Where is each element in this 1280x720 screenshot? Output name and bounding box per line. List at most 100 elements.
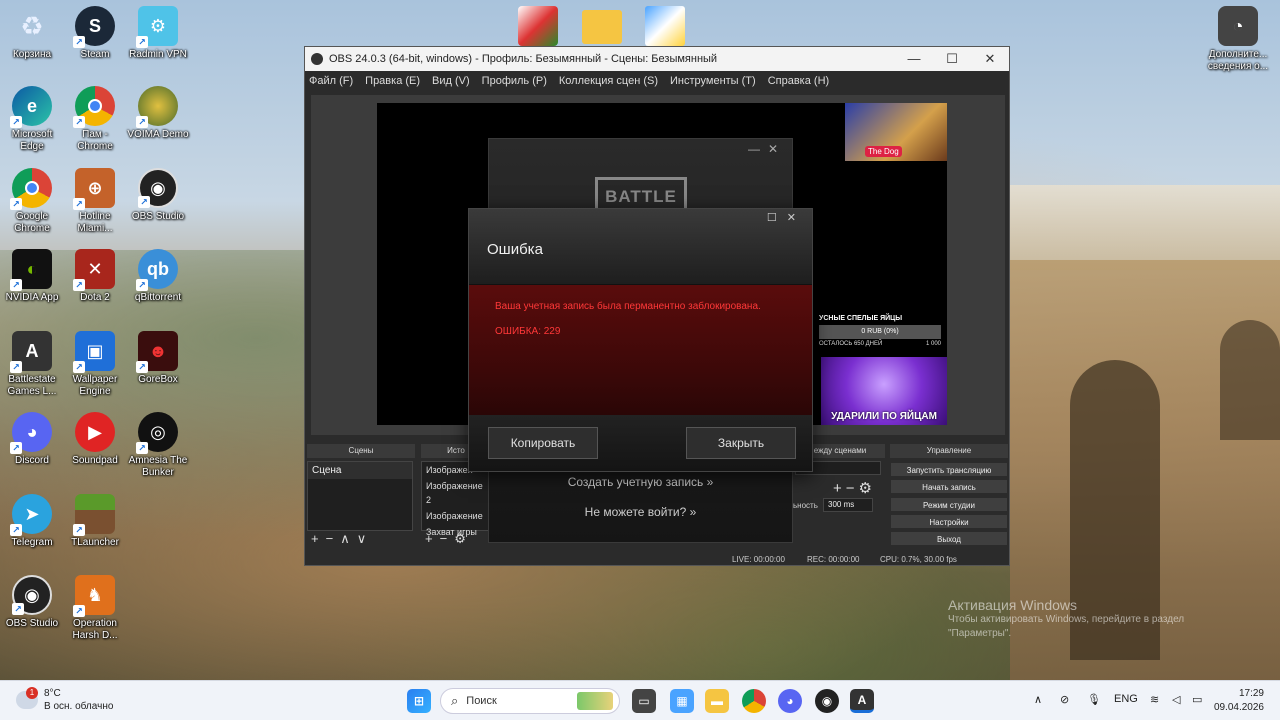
menu-file[interactable]: Файл (F) <box>309 75 353 87</box>
remove-scene-icon[interactable]: − <box>326 531 341 546</box>
add-source-icon[interactable]: + <box>425 531 440 546</box>
dota2-icon: ✕ ↗ <box>73 249 115 291</box>
menu-help[interactable]: Справка (H) <box>768 75 829 87</box>
steam-shortcut[interactable]: S ↗ Steam <box>63 6 127 61</box>
shortcut-label: qBittorrent <box>134 292 182 303</box>
battery-icon[interactable]: ▭ <box>1192 693 1202 706</box>
widgets-icon[interactable]: ▦ <box>670 689 694 713</box>
move-up-icon[interactable]: ∧ <box>340 531 357 546</box>
wallpaper-engine-icon: ▣ ↗ <box>73 331 115 373</box>
dota2-shortcut[interactable]: ✕ ↗ Dota 2 <box>63 249 127 304</box>
obs-taskbar-icon[interactable]: ◉ <box>815 689 839 713</box>
telegram-icon: ➤ ↗ <box>10 494 52 536</box>
recycle-bin-shortcut[interactable]: ♻ Корзина <box>0 6 64 61</box>
transition-settings-icon[interactable]: ⚙ <box>859 480 876 497</box>
edge-icon: e ↗ <box>10 86 52 128</box>
battlestate-launcher-shortcut[interactable]: A ↗ Battlestate Games L... <box>0 331 64 398</box>
remove-transition-icon[interactable]: − <box>846 480 859 497</box>
wifi-icon[interactable]: ≋ <box>1150 693 1159 706</box>
volume-icon[interactable]: ◁ <box>1172 693 1180 706</box>
duration-label: ьность <box>793 501 818 510</box>
amnesia-shortcut[interactable]: ◎ ↗ Amnesia The Bunker <box>126 412 190 479</box>
discord-taskbar-icon[interactable]: ◕ <box>778 689 802 713</box>
menu-tools[interactable]: Инструменты (T) <box>670 75 756 87</box>
chrome-icon: ↗ <box>73 86 115 128</box>
close-button[interactable]: Закрыть <box>686 427 796 459</box>
remove-source-icon[interactable]: − <box>440 531 455 546</box>
hotline-miami-shortcut[interactable]: ⊕ ↗ Hotline Miami... <box>63 168 127 235</box>
chrome-profile-shortcut[interactable]: ↗ Пам - Chrome <box>63 86 127 153</box>
wallpaper-engine-shortcut[interactable]: ▣ ↗ Wallpaper Engine <box>63 331 127 398</box>
cant-login-link[interactable]: Не можете войти? » <box>489 505 792 519</box>
operation-harsh-doorstop-shortcut[interactable]: ♞ ↗ Operation Harsh D... <box>63 575 127 642</box>
menu-view[interactable]: Вид (V) <box>432 75 470 87</box>
minimize-icon[interactable]: — <box>895 51 933 67</box>
shortcut-label: Radmin VPN <box>129 49 187 60</box>
tray-overflow-icon[interactable]: ∧ <box>1034 693 1042 706</box>
tlauncher-shortcut[interactable]: ↗ TLauncher <box>63 494 127 549</box>
copy-button[interactable]: Копировать <box>488 427 598 459</box>
source-item[interactable]: Изображение 2 <box>422 478 490 508</box>
obs-studio-shortcut-2[interactable]: ◉ ↗ OBS Studio <box>0 575 64 630</box>
source-item[interactable]: Изображение <box>422 508 490 524</box>
activation-title: Активация Windows <box>948 597 1078 613</box>
gorebox-shortcut[interactable]: ☻ ↗ GoreBox <box>126 331 190 386</box>
error-dialog[interactable]: ☐✕ Ошибка Ваша учетная запись была перма… <box>468 208 813 472</box>
close-icon[interactable]: ✕ <box>787 212 806 224</box>
windows-start-icon[interactable]: ⊞ <box>407 689 431 713</box>
language-indicator[interactable]: ENG <box>1114 693 1138 705</box>
minimize-icon[interactable]: — <box>748 142 768 156</box>
soundpad-icon: ▶ <box>75 412 115 452</box>
start-recording-button[interactable]: Начать запись <box>890 479 1008 494</box>
scenes-dock-title: Сцены <box>307 444 415 458</box>
folder-icon[interactable] <box>582 6 622 44</box>
settings-button[interactable]: Настройки <box>890 514 1008 529</box>
telegram-shortcut[interactable]: ➤ ↗ Telegram <box>0 494 64 549</box>
scenes-list[interactable]: Сцена <box>307 461 413 531</box>
battlestate-taskbar-icon[interactable]: A <box>850 689 874 713</box>
close-icon[interactable]: ✕ <box>971 51 1009 67</box>
soundpad-shortcut[interactable]: ▶ Soundpad <box>63 412 127 467</box>
nvidia-app-shortcut[interactable]: ◐ ↗ NVIDIA App <box>0 249 64 304</box>
add-transition-icon[interactable]: + <box>833 480 846 497</box>
weather-temp: 8°C <box>44 688 61 699</box>
shortcut-label: NVIDIA App <box>5 292 59 303</box>
obs-titlebar[interactable]: OBS 24.0.3 (64-bit, windows) - Профиль: … <box>305 47 1009 71</box>
create-account-link[interactable]: Создать учетную запись » <box>489 475 792 489</box>
microphone-icon[interactable]: 🎙 <box>1087 693 1101 706</box>
maximize-icon[interactable]: ☐ <box>767 212 787 224</box>
menu-scene-collection[interactable]: Коллекция сцен (S) <box>559 75 658 87</box>
tray-network-off-icon[interactable]: ⊘ <box>1060 693 1069 706</box>
chrome-taskbar-icon[interactable] <box>742 689 766 713</box>
duration-input[interactable]: 300 ms <box>823 498 873 512</box>
exit-button[interactable]: Выход <box>890 531 1008 546</box>
tlauncher-icon: ↗ <box>73 494 115 536</box>
additional-info-shortcut[interactable]: ◔ Дополните... сведения о... <box>1204 6 1272 73</box>
voima-shortcut[interactable]: ↗ VOIMA Demo <box>126 86 190 141</box>
menu-profile[interactable]: Профиль (P) <box>482 75 547 87</box>
clock[interactable]: 17:29 09.04.2026 <box>1214 687 1264 715</box>
file-explorer-icon[interactable]: ▬ <box>705 689 729 713</box>
windows-update-icon[interactable] <box>645 6 685 46</box>
scene-item[interactable]: Сцена <box>308 462 412 479</box>
discord-shortcut[interactable]: ◕ ↗ Discord <box>0 412 64 467</box>
weather-widget[interactable]: 1 8°C В осн. облачно <box>16 687 113 713</box>
maximize-icon[interactable]: ☐ <box>933 51 971 67</box>
taskbar-search[interactable]: ⌕ Поиск <box>440 688 620 714</box>
joker-icon[interactable] <box>518 6 558 46</box>
add-scene-icon[interactable]: + <box>311 531 326 546</box>
voima-icon: ↗ <box>136 86 178 128</box>
google-chrome-shortcut[interactable]: ↗ Google Chrome <box>0 168 64 235</box>
source-settings-icon[interactable]: ⚙ <box>454 531 473 546</box>
shortcut-label: Корзина <box>12 49 52 60</box>
edge-shortcut[interactable]: e ↗ Microsoft Edge <box>0 86 64 153</box>
qbittorrent-shortcut[interactable]: qb ↗ qBittorrent <box>126 249 190 304</box>
task-view-icon[interactable]: ▭ <box>632 689 656 713</box>
menu-edit[interactable]: Правка (E) <box>365 75 420 87</box>
move-down-icon[interactable]: ∨ <box>357 531 374 546</box>
start-streaming-button[interactable]: Запустить трансляцию <box>890 462 1008 477</box>
radmin-vpn-shortcut[interactable]: ⚙ ↗ Radmin VPN <box>126 6 190 61</box>
studio-mode-button[interactable]: Режим студии <box>890 497 1008 512</box>
close-icon[interactable]: ✕ <box>768 142 786 156</box>
obs-studio-shortcut-1[interactable]: ◉ ↗ OBS Studio <box>126 168 190 223</box>
